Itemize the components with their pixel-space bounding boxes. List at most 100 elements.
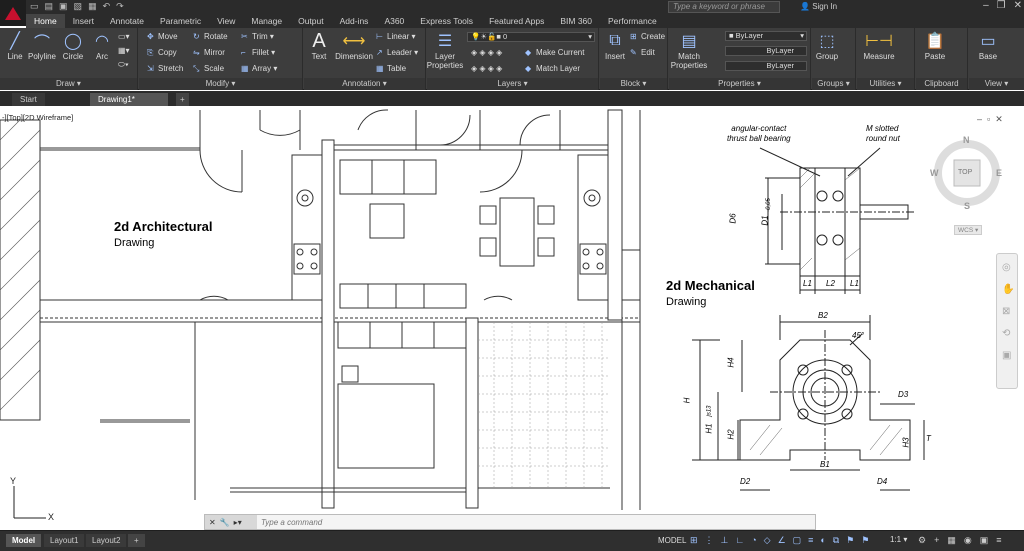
compass-north[interactable]: N (963, 135, 970, 145)
circle-button[interactable]: ◯ Circle (58, 30, 88, 61)
lineweight-icon[interactable]: ≡ (808, 535, 813, 546)
layers-panel-title[interactable]: Layers ▾ (427, 78, 598, 90)
annotation-monitor-icon[interactable]: + (934, 535, 939, 546)
command-input[interactable] (257, 517, 797, 527)
tab-performance[interactable]: Performance (600, 14, 665, 28)
open-icon[interactable]: ▤ (45, 1, 54, 12)
customize-icon[interactable]: 🔧 (220, 518, 230, 527)
showmotion-icon[interactable]: ▣ (1002, 350, 1011, 361)
tab-insert[interactable]: Insert (65, 14, 102, 28)
save-icon[interactable]: ▣ (59, 1, 68, 12)
trim-button[interactable]: ✂ Trim ▾ (241, 32, 274, 41)
orbit-icon[interactable]: ⟲ (1002, 328, 1010, 339)
isodraft-icon[interactable]: ◇ (764, 535, 771, 546)
viewport-controls[interactable]: -][Top][2D Wireframe] (2, 113, 73, 122)
hatch-tool[interactable]: ▦▾ (118, 46, 130, 55)
steering-wheel-icon[interactable]: ◎ (1002, 262, 1011, 273)
create-button[interactable]: ⊞ Create (630, 32, 665, 41)
workspace-gear-icon[interactable]: ⚙ (918, 535, 926, 546)
close-icon[interactable]: ✕ (1014, 0, 1022, 11)
polyline-button[interactable]: ⌒ Polyline (27, 30, 57, 61)
text-button[interactable]: A Text (304, 30, 334, 62)
dimension-button[interactable]: ⟷ Dimension (334, 30, 374, 61)
layer-dropdown[interactable]: 💡☀🔓■ 0 ▾ (467, 32, 595, 42)
auto-scale-icon[interactable]: ⚑ (861, 535, 869, 546)
tab-view[interactable]: View (209, 14, 243, 28)
polar-icon[interactable]: ◔ (751, 535, 756, 546)
layout-tab-layout2[interactable]: Layout2 (86, 534, 127, 547)
compass-south[interactable]: S (964, 201, 970, 211)
close-cmd-icon[interactable]: ✕ (209, 518, 216, 527)
viewcube-top-face[interactable]: TOP (958, 169, 972, 176)
base-button[interactable]: ▭ Base (973, 30, 1003, 61)
osnap-track-icon[interactable]: ∠ (778, 535, 786, 546)
tab-home[interactable]: Home (26, 14, 65, 28)
viewcube[interactable]: N S E W TOP WCS ▾ (930, 133, 1002, 237)
linetype-dropdown[interactable]: ByLayer (725, 46, 807, 56)
rotate-button[interactable]: ↻ Rotate (193, 32, 228, 41)
insert-button[interactable]: ⧉ Insert (600, 30, 630, 61)
new-tab-button[interactable]: + (176, 93, 189, 106)
vp-restore-icon[interactable]: ▫ (987, 114, 990, 125)
tab-manage[interactable]: Manage (243, 14, 290, 28)
annotation-scale[interactable]: 1:1 ▾ (890, 535, 907, 544)
undo-icon[interactable]: ↶ (103, 1, 111, 12)
sign-in-link[interactable]: 👤 Sign In (800, 1, 837, 13)
isolate-objects-icon[interactable]: ◉ (964, 535, 972, 546)
tab-bim360[interactable]: BIM 360 (552, 14, 600, 28)
tab-add-ins[interactable]: Add-ins (332, 14, 377, 28)
properties-panel-title[interactable]: Properties ▾ (669, 78, 810, 90)
table-button[interactable]: ▦ Table (376, 64, 406, 73)
pan-icon[interactable]: ✋ (1002, 284, 1014, 295)
layer-tools-row2[interactable]: ◈ ◈ ◈ ◈ (471, 64, 502, 73)
application-menu-button[interactable] (0, 0, 26, 26)
layout-tab-model[interactable]: Model (6, 534, 42, 547)
transparency-icon[interactable]: ◐ (820, 535, 825, 546)
ellipse-tool[interactable]: ⬭▾ (118, 60, 129, 70)
compass-east[interactable]: E (996, 168, 1002, 178)
tab-annotate[interactable]: Annotate (102, 14, 152, 28)
recent-commands-icon[interactable]: ▸▾ (234, 518, 242, 527)
selection-cycling-icon[interactable]: ⧉ (833, 535, 839, 546)
search-input[interactable]: Type a keyword or phrase (668, 1, 780, 13)
annotation-panel-title[interactable]: Annotation ▾ (304, 78, 425, 90)
grid-icon[interactable]: ⊞ (690, 535, 698, 546)
tab-parametric[interactable]: Parametric (152, 14, 209, 28)
add-layout-button[interactable]: + (128, 534, 145, 547)
model-space-button[interactable]: MODEL (658, 534, 686, 547)
vp-close-icon[interactable]: ✕ (995, 114, 1003, 125)
array-button[interactable]: ▦ Array ▾ (241, 64, 277, 73)
measure-button[interactable]: ⊢⊣ Measure (861, 30, 897, 61)
match-layer-button[interactable]: ◆ Match Layer (525, 64, 580, 73)
edit-button[interactable]: ✎ Edit (630, 48, 655, 57)
mirror-button[interactable]: ⇋ Mirror (193, 48, 225, 57)
draw-panel-title[interactable]: Draw ▾ (0, 78, 137, 90)
compass-west[interactable]: W (930, 168, 939, 178)
tab-express-tools[interactable]: Express Tools (412, 14, 481, 28)
new-icon[interactable]: ▭ (30, 1, 39, 12)
layer-properties-button[interactable]: ☰ Layer Properties (427, 30, 463, 70)
units-icon[interactable]: ▦ (947, 535, 956, 546)
view-panel-title[interactable]: View ▾ (969, 78, 1024, 90)
clipboard-panel-title[interactable]: Clipboard (916, 78, 967, 90)
modify-panel-title[interactable]: Modify ▾ (139, 78, 302, 90)
tab-output[interactable]: Output (290, 14, 332, 28)
block-panel-title[interactable]: Block ▾ (600, 78, 667, 90)
zoom-extents-icon[interactable]: ⊠ (1002, 306, 1010, 317)
group-button[interactable]: ⬚ Group (812, 30, 842, 61)
restore-icon[interactable]: ❐ (997, 0, 1006, 11)
layout-tab-layout1[interactable]: Layout1 (44, 534, 85, 547)
make-current-button[interactable]: ◆ Make Current (525, 48, 584, 57)
groups-panel-title[interactable]: Groups ▾ (812, 78, 855, 90)
tab-featured-apps[interactable]: Featured Apps (481, 14, 552, 28)
doc-tab-start[interactable]: Start (12, 93, 45, 106)
minimize-icon[interactable]: – (983, 0, 989, 11)
paste-button[interactable]: 📋 Paste (920, 30, 950, 61)
clean-screen-icon[interactable]: ▣ (980, 535, 989, 546)
osnap-icon[interactable]: ▢ (793, 535, 802, 546)
annotation-visibility-icon[interactable]: ⚑ (846, 535, 854, 546)
infer-icon[interactable]: ⊥ (721, 535, 729, 546)
ortho-icon[interactable]: ∟ (735, 535, 744, 546)
fillet-button[interactable]: ⌐ Fillet ▾ (241, 48, 275, 57)
linear-button[interactable]: ⊢ Linear ▾ (376, 32, 416, 41)
